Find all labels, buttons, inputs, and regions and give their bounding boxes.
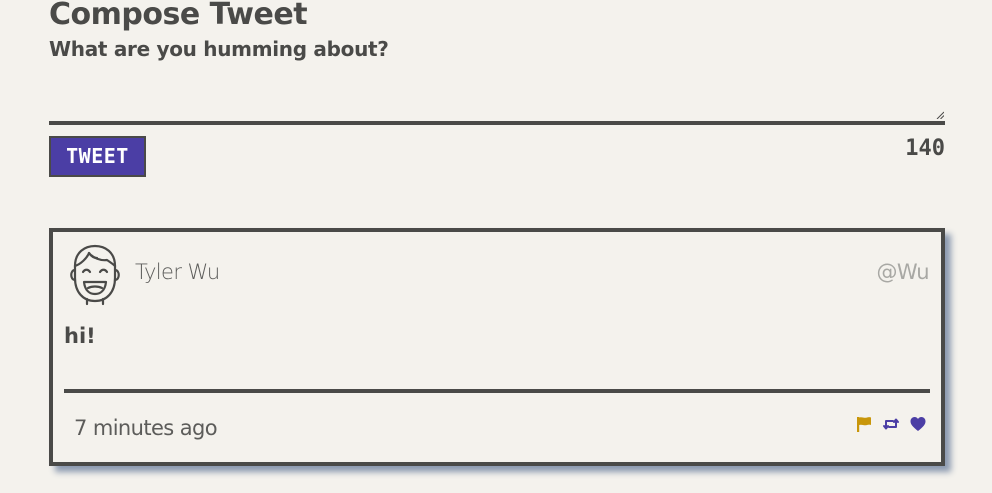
user-handle: @Wu [876, 260, 929, 284]
avatar [67, 242, 123, 306]
heart-icon[interactable] [909, 415, 927, 433]
tweet-divider [64, 389, 930, 393]
page: Compose Tweet What are you humming about… [0, 0, 992, 493]
smiling-face-icon [70, 244, 120, 306]
tweet-text: hi! [64, 324, 96, 348]
tweet-button[interactable]: TWEET [49, 136, 146, 177]
resize-grip-icon[interactable] [936, 111, 944, 119]
character-counter: 140 [905, 136, 945, 161]
tweet-actions [846, 414, 927, 434]
tweet-card: Tyler Wu @Wu hi! 7 minutes ago [49, 228, 945, 466]
tweet-textarea[interactable] [49, 64, 945, 125]
flag-icon[interactable] [855, 415, 873, 433]
retweet-icon[interactable] [882, 415, 900, 433]
compose-section: Compose Tweet What are you humming about… [49, 0, 945, 177]
tweet-timestamp: 7 minutes ago [74, 416, 218, 440]
compose-subtitle: What are you humming about? [49, 37, 389, 61]
compose-title: Compose Tweet [49, 0, 308, 32]
user-name: Tyler Wu [135, 260, 220, 284]
